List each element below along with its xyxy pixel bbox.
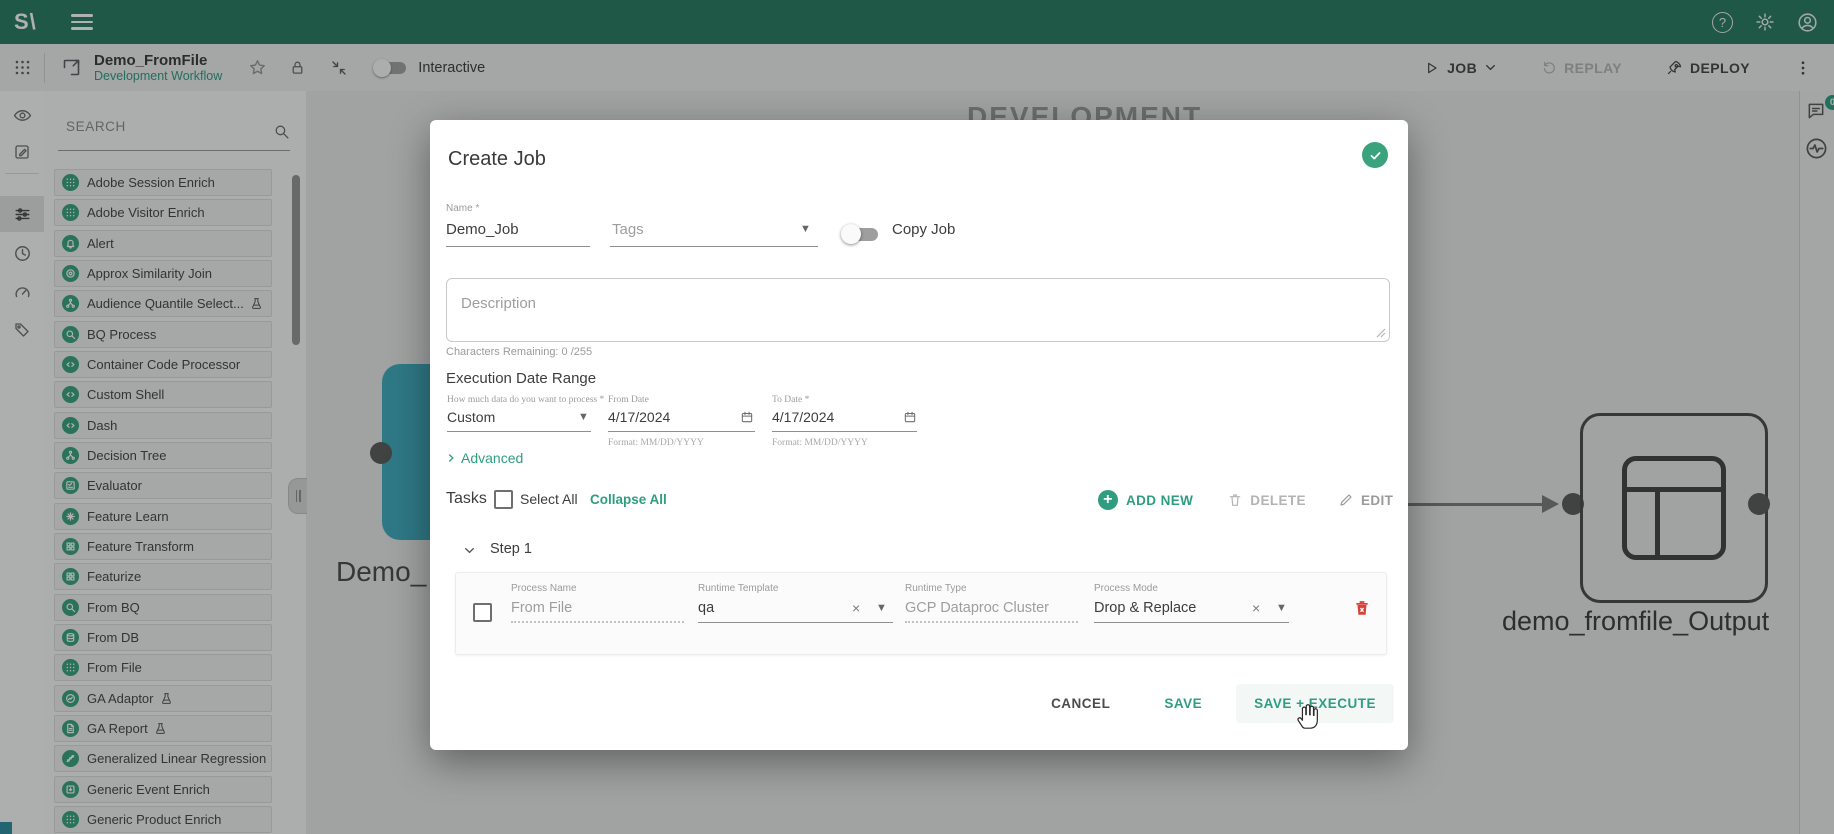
- collapse-all-link[interactable]: Collapse All: [590, 492, 667, 507]
- process-range-select[interactable]: Custom: [447, 409, 495, 425]
- pencil-icon: [1338, 492, 1354, 508]
- task-checkbox[interactable]: [473, 603, 492, 622]
- name-input[interactable]: Demo_Job: [446, 221, 519, 238]
- plus-icon: +: [1098, 490, 1118, 510]
- calendar-icon[interactable]: [903, 410, 917, 424]
- to-date-format: Format: MM/DD/YYYY: [772, 438, 868, 448]
- tasks-label: Tasks: [446, 490, 487, 508]
- save-button[interactable]: SAVE: [1150, 686, 1216, 721]
- copy-job-toggle[interactable]: [846, 228, 878, 241]
- delete-task-icon[interactable]: [1353, 599, 1371, 617]
- process-mode-select[interactable]: Drop & Replace: [1094, 600, 1196, 616]
- delete-button[interactable]: DELETE: [1227, 492, 1306, 508]
- runtime-type-value: GCP Dataproc Cluster: [905, 600, 1049, 616]
- from-date-format: Format: MM/DD/YYYY: [608, 438, 704, 448]
- edit-button[interactable]: EDIT: [1338, 492, 1393, 508]
- select-all-checkbox[interactable]: [494, 490, 513, 509]
- tags-dropdown-icon[interactable]: ▼: [800, 223, 811, 235]
- task-actions: + ADD NEW DELETE EDIT: [1098, 490, 1393, 510]
- process-name-value: From File: [511, 600, 572, 616]
- process-range-label: How much data do you want to process *: [447, 395, 604, 405]
- runtime-template-select[interactable]: qa: [698, 600, 714, 616]
- to-date-input[interactable]: 4/17/2024: [772, 409, 834, 425]
- create-job-dialog: Create Job Name * Demo_Job Tags ▼ Copy J…: [430, 120, 1408, 750]
- select-all-label[interactable]: Select All: [520, 491, 578, 507]
- resize-handle-icon[interactable]: [1376, 328, 1386, 338]
- process-range-dropdown-icon[interactable]: ▼: [578, 411, 589, 423]
- section-exec-title: Execution Date Range: [446, 370, 596, 387]
- chars-remaining: Characters Remaining: 0 /255: [446, 346, 592, 358]
- app-screen: S\ ? Demo_FromFile Development Workflow …: [0, 0, 1834, 834]
- dropdown-icon[interactable]: ▼: [876, 602, 887, 614]
- process-mode-label: Process Mode: [1094, 583, 1158, 594]
- hand-cursor-icon: [1294, 700, 1324, 732]
- step-collapse-icon[interactable]: [463, 544, 476, 557]
- process-name-label: Process Name: [511, 583, 577, 594]
- chevron-right-icon: [446, 453, 456, 463]
- to-date-label: To Date *: [772, 395, 809, 405]
- copy-job-label: Copy Job: [892, 221, 955, 238]
- task-card: Process Name From File Runtime Template …: [455, 572, 1387, 655]
- runtime-type-label: Runtime Type: [905, 583, 967, 594]
- from-date-label: From Date: [608, 395, 649, 405]
- valid-check-icon: [1362, 142, 1388, 168]
- dropdown-icon[interactable]: ▼: [1276, 602, 1287, 614]
- tags-input[interactable]: Tags: [612, 221, 644, 238]
- description-input[interactable]: Description: [446, 278, 1390, 342]
- calendar-icon[interactable]: [740, 410, 754, 424]
- runtime-template-label: Runtime Template: [698, 583, 778, 594]
- trash-icon: [1227, 492, 1243, 508]
- from-date-input[interactable]: 4/17/2024: [608, 409, 670, 425]
- add-new-button[interactable]: + ADD NEW: [1098, 490, 1193, 510]
- dialog-footer: CANCEL SAVE SAVE + EXECUTE: [1037, 684, 1394, 723]
- name-label: Name *: [446, 203, 479, 214]
- dialog-title: Create Job: [448, 148, 546, 171]
- clear-icon[interactable]: ×: [852, 600, 860, 616]
- step-label[interactable]: Step 1: [490, 541, 532, 557]
- clear-icon[interactable]: ×: [1252, 600, 1260, 616]
- cancel-button[interactable]: CANCEL: [1037, 686, 1124, 721]
- advanced-expander[interactable]: Advanced: [446, 450, 523, 466]
